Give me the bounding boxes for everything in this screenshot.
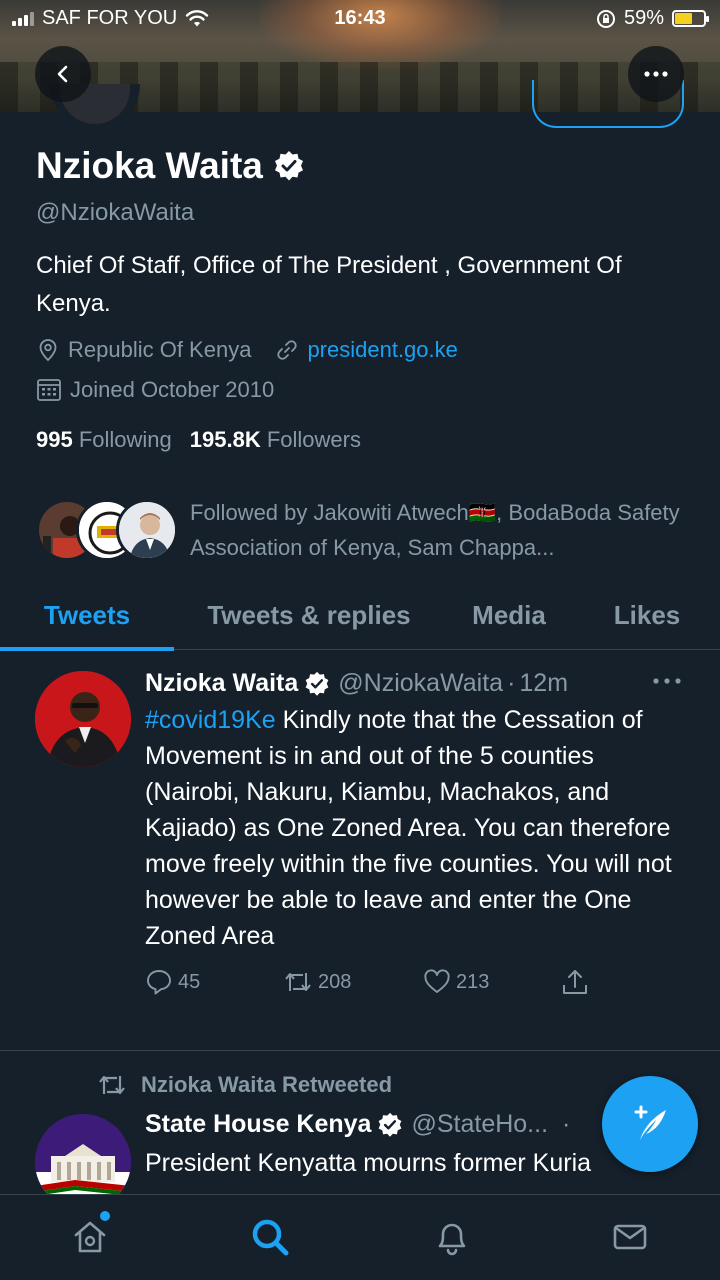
profile-info: Nzioka Waita @NziokaWaita Chief Of Staff… (36, 145, 696, 453)
verified-badge-icon (305, 671, 329, 696)
tweet-author-avatar[interactable] (35, 671, 131, 767)
following-label: Following (78, 427, 172, 452)
profile-location: Republic Of Kenya (68, 337, 252, 362)
share-button[interactable] (561, 968, 589, 996)
profile-name: Nzioka Waita (36, 145, 263, 186)
retweet-author-handle: @StateHo... (411, 1110, 549, 1138)
tweet-more-icon[interactable] (652, 677, 682, 685)
bell-icon (438, 1223, 466, 1256)
nav-notifications[interactable] (430, 1215, 474, 1259)
profile-tabs: Tweets Tweets & replies Media Likes (0, 580, 720, 651)
retweeted-label: Nzioka Waita Retweeted (141, 1072, 393, 1097)
retweet-author-avatar[interactable] (35, 1114, 131, 1194)
tweet-author-name[interactable]: Nzioka Waita (145, 669, 298, 698)
tweet-separator: · (507, 669, 516, 697)
home-new-indicator (100, 1211, 110, 1221)
retweet-author-name[interactable]: State House Kenya (145, 1110, 371, 1139)
followed-by-section[interactable]: Followed by Jakowiti Atwech🇰🇪, BodaBoda … (36, 495, 696, 565)
tweet[interactable]: Nzioka Waita @NziokaWaita · 12m #covid19… (0, 651, 720, 1051)
tab-tweets-replies[interactable]: Tweets & replies (174, 580, 444, 650)
location-pin-icon (39, 339, 57, 362)
nav-home[interactable] (68, 1215, 112, 1259)
back-button[interactable] (35, 46, 91, 102)
reply-count: 45 (178, 970, 201, 993)
bottom-navigation (0, 1194, 720, 1280)
retweet-button[interactable]: 208 (283, 969, 423, 995)
following-count-link[interactable]: 995 Following (36, 427, 172, 453)
follower-avatar (116, 499, 178, 561)
followers-count-link[interactable]: 195.8K Followers (190, 427, 361, 453)
like-button[interactable]: 213 (423, 969, 561, 995)
compose-tweet-button[interactable] (602, 1076, 698, 1172)
followers-count: 195.8K (189, 427, 261, 452)
nav-messages[interactable] (608, 1215, 652, 1259)
search-icon (252, 1219, 289, 1256)
share-icon (563, 970, 587, 994)
following-count: 995 (36, 427, 73, 452)
like-count: 213 (456, 970, 490, 993)
tweet-hashtag[interactable]: #covid19Ke (145, 706, 276, 734)
link-icon (277, 340, 298, 360)
envelope-icon (613, 1224, 647, 1250)
home-icon (74, 1221, 106, 1253)
retweet-icon (99, 1075, 125, 1095)
status-bar: SAF FOR YOU 16:43 59% (0, 0, 720, 40)
battery-percent: 59% (623, 7, 664, 29)
retweet-icon (285, 973, 311, 991)
orientation-lock-icon (596, 9, 615, 28)
verified-badge-icon (274, 151, 303, 181)
calendar-icon (37, 379, 61, 401)
more-horizontal-icon (644, 71, 668, 77)
profile-website-link[interactable]: president.go.ke (307, 337, 457, 363)
tweet-timestamp: 12m (519, 669, 569, 697)
tweet-author-handle: @NziokaWaita (338, 669, 504, 697)
retweet-count: 208 (318, 970, 352, 993)
followed-by-text: Followed by Jakowiti Atwech🇰🇪, BodaBoda … (190, 500, 680, 560)
chevron-left-icon (57, 65, 68, 83)
battery-icon (672, 10, 709, 27)
more-options-button[interactable] (628, 46, 684, 102)
nav-search[interactable] (248, 1215, 292, 1259)
profile-handle: @NziokaWaita (36, 199, 195, 226)
tab-likes[interactable]: Likes (574, 580, 720, 650)
compose-feather-icon (634, 1105, 666, 1140)
tweet-text: #covid19Ke Kindly note that the Cessatio… (145, 702, 690, 954)
tweet-body: Kindly note that the Cessation of Moveme… (145, 706, 672, 950)
profile-joined-date: Joined October 2010 (70, 377, 275, 402)
profile-bio: Chief Of Staff, Office of The President … (36, 252, 622, 317)
heart-icon (424, 969, 450, 993)
retweet-separator: · (562, 1110, 571, 1138)
verified-badge-icon (379, 1112, 402, 1137)
reply-icon (147, 970, 171, 995)
reply-button[interactable]: 45 (145, 968, 283, 996)
followers-label: Followers (266, 427, 361, 452)
tab-tweets[interactable]: Tweets (0, 580, 174, 651)
tab-media[interactable]: Media (444, 580, 574, 650)
